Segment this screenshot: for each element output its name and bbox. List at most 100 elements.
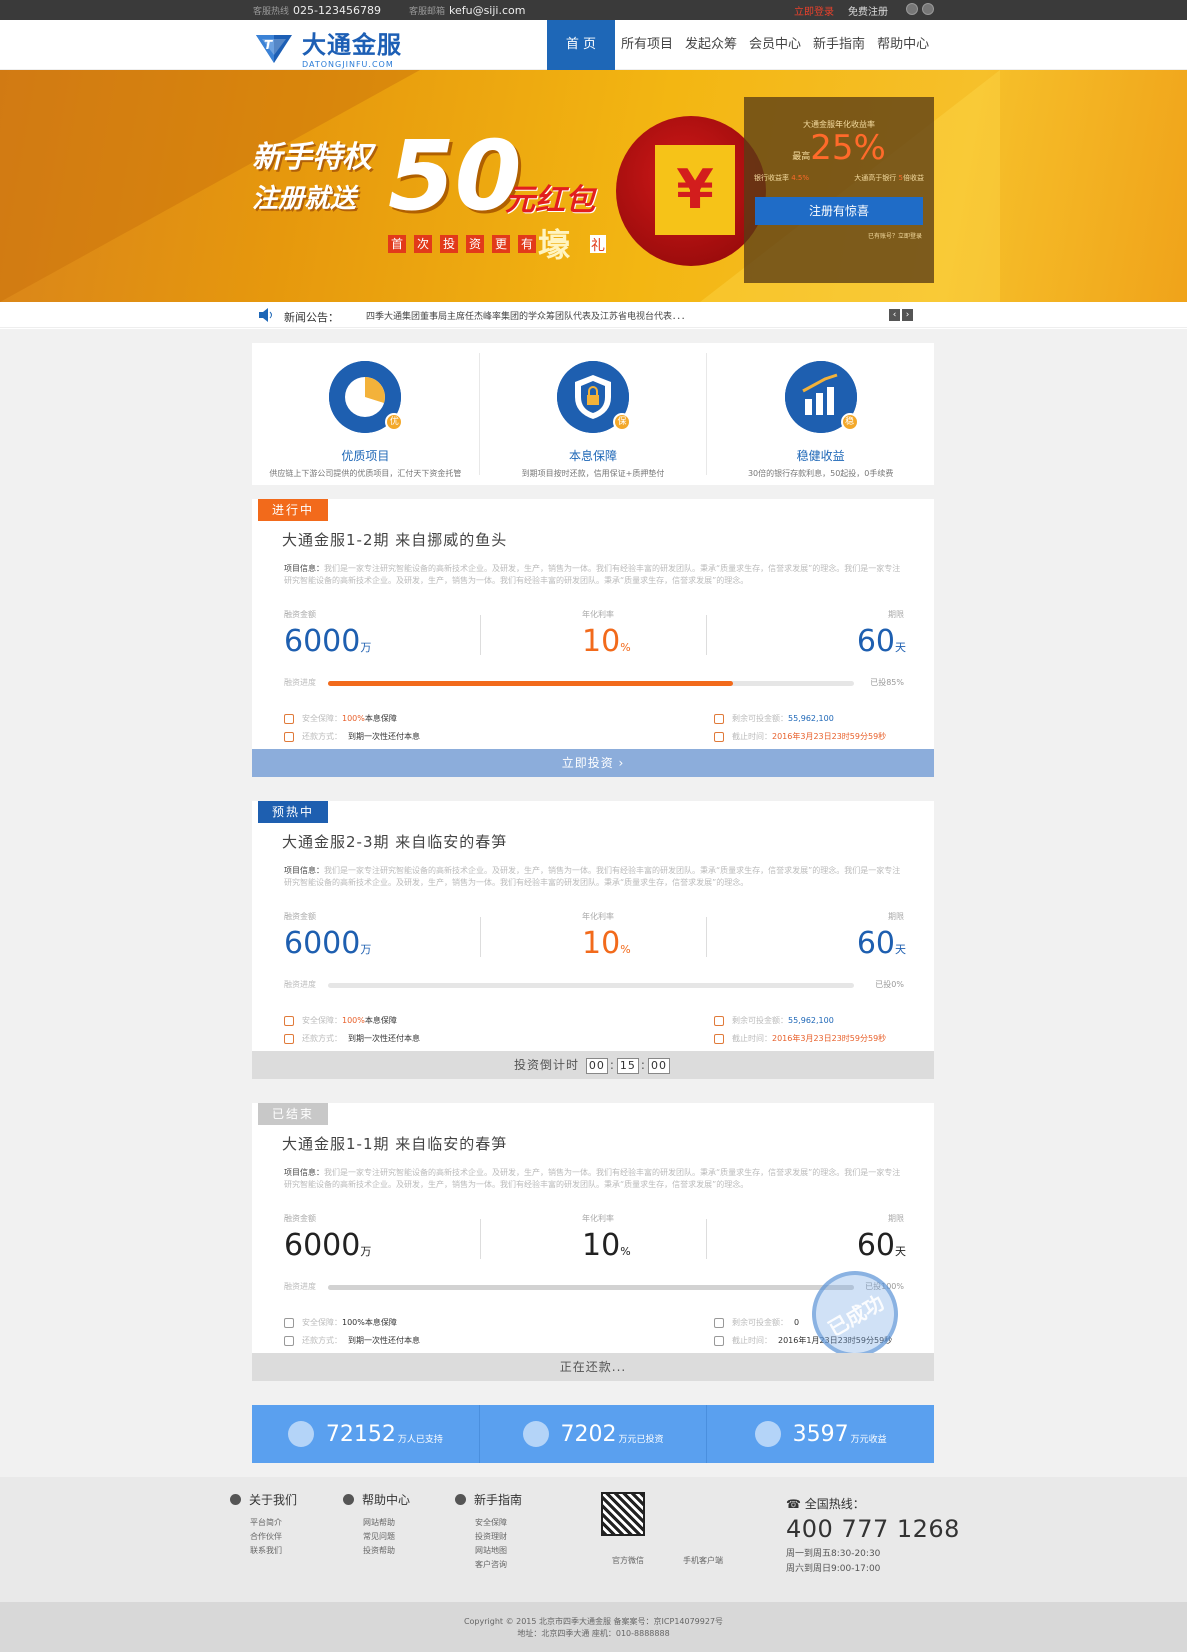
- footer: 关于我们 平台简介 合作伙伴 联系我们 帮助中心 网站帮助 常见问题 投资帮助 …: [0, 1477, 1187, 1602]
- feature-title: 优质项目: [341, 449, 390, 463]
- tag-icon: [714, 1015, 724, 1026]
- footer-link[interactable]: 投资理财: [475, 1530, 522, 1544]
- countdown-hours: 00: [585, 1058, 608, 1074]
- rate-label: 年化利率: [582, 912, 614, 921]
- feature-title: 稳健收益: [796, 449, 845, 463]
- logo-text-en: DATONGJINFU.COM: [302, 60, 394, 69]
- repay-icon: [284, 1335, 294, 1346]
- nav-start-crowdfunding[interactable]: 发起众筹: [679, 20, 743, 70]
- news-next-icon[interactable]: ›: [902, 309, 913, 321]
- remain-row: 剩余可投金额： 55,962,100: [714, 1015, 834, 1026]
- coins-hand-icon: [754, 1421, 781, 1447]
- tag-icon: [714, 713, 724, 724]
- banner-line1: 新手特权: [252, 140, 372, 175]
- nav-member-center[interactable]: 会员中心: [743, 20, 807, 70]
- banner-hao: 壕: [538, 226, 571, 264]
- footer-about: 关于我们 平台简介 合作伙伴 联系我们: [230, 1491, 297, 1558]
- deadline-row: 截止时间： 2016年3月23日23时59分59秒: [714, 731, 886, 742]
- footer-help: 帮助中心 网站帮助 常见问题 投资帮助: [343, 1491, 410, 1558]
- app-label[interactable]: 手机客户端: [683, 1555, 723, 1566]
- footer-link[interactable]: 联系我们: [250, 1544, 297, 1558]
- repay-row: 还款方式： 到期一次性还付本息: [284, 1033, 420, 1044]
- top-bar: 客服热线 025-123456789 客服邮箱 kefu@siji.com 立即…: [0, 0, 1187, 20]
- hotline-number: 400 777 1268: [786, 1515, 960, 1543]
- feature-returns: 稳 稳健收益 30倍的银行存款利息，50起投，0手续费: [707, 353, 934, 478]
- progress-fill: [328, 1285, 854, 1290]
- amount-value: 6000万: [284, 926, 372, 961]
- nav-beginner-guide[interactable]: 新手指南: [807, 20, 871, 70]
- calendar-icon: [714, 1033, 724, 1044]
- footer-link[interactable]: 网站地图: [475, 1544, 522, 1558]
- qr-code-icon: [601, 1492, 645, 1536]
- news-prev-icon[interactable]: ‹: [889, 309, 900, 321]
- hotline-title: ☎ 全国热线：: [786, 1497, 865, 1511]
- diamond-logo-icon: T: [256, 35, 292, 63]
- feature-quality: 优 优质项目 供应链上下游公司提供的优质项目，汇付天下资金托管: [252, 353, 480, 478]
- logo[interactable]: T 大通金服 DATONGJINFU.COM: [252, 25, 402, 69]
- stat-supporters: 72152 万人已支持: [252, 1405, 480, 1463]
- compass-icon: [455, 1494, 466, 1505]
- nav-home[interactable]: 首 页: [547, 20, 615, 70]
- amount-label: 融资金额: [284, 1214, 316, 1223]
- footer-link[interactable]: 合作伙伴: [250, 1530, 297, 1544]
- project-title[interactable]: 大通金服2-3期 来自临安的春笋: [282, 831, 507, 852]
- login-link[interactable]: 立即登录: [794, 3, 834, 18]
- amount-label: 融资金额: [284, 912, 316, 921]
- countdown-bar: 投资倒计时 00:15:00: [252, 1051, 934, 1079]
- footer-link[interactable]: 常见问题: [363, 1530, 410, 1544]
- wechat-label[interactable]: 官方微信: [612, 1555, 644, 1566]
- nav-all-projects[interactable]: 所有项目: [615, 20, 679, 70]
- register-surprise-button[interactable]: 注册有惊喜: [755, 197, 923, 226]
- feature-desc: 到期项目按时还款，信用保证+质押垫付: [521, 469, 665, 478]
- rate-value: 10%: [582, 1228, 631, 1263]
- invest-now-button[interactable]: 立即投资 ›: [252, 749, 934, 777]
- footer-link[interactable]: 客户咨询: [475, 1558, 522, 1572]
- weibo-icon[interactable]: [906, 2, 918, 15]
- safety-row: 安全保障： 100% 本息保障: [284, 1015, 397, 1026]
- promo-banner[interactable]: 新手特权 注册就送 50 元红包 首次投资更有 壕 礼 ¥ 大通金服年化收益率 …: [0, 70, 1187, 302]
- copyright: Copyright © 2015 北京市四季大通金服 备案案号：京ICP1407…: [0, 1602, 1187, 1652]
- repay-row: 还款方式： 到期一次性还付本息: [284, 731, 420, 742]
- status-badge: 预热中: [258, 801, 328, 823]
- repay-icon: [284, 1033, 294, 1044]
- register-link[interactable]: 免费注册: [848, 3, 888, 18]
- rate-value: 10%: [582, 926, 631, 961]
- project-title[interactable]: 大通金服1-2期 来自挪威的鱼头: [282, 529, 507, 550]
- repay-row: 还款方式： 到期一次性还付本息: [284, 1335, 420, 1346]
- shield-lock-icon: 保: [557, 361, 631, 433]
- feature-desc: 30倍的银行存款利息，50起投，0手续费: [747, 469, 894, 478]
- stat-earnings: 3597 万元收益: [707, 1405, 934, 1463]
- footer-link[interactable]: 投资帮助: [363, 1544, 410, 1558]
- shield-icon: [284, 713, 294, 724]
- email-address[interactable]: kefu@siji.com: [449, 4, 525, 17]
- banner-line2: 注册就送: [252, 184, 357, 214]
- progress-track: [328, 983, 854, 988]
- footer-link[interactable]: 安全保障: [475, 1516, 522, 1530]
- shield-icon: [284, 1317, 294, 1328]
- hotline-number: 025-123456789: [293, 3, 381, 17]
- project-title[interactable]: 大通金服1-1期 来自临安的春笋: [282, 1133, 507, 1154]
- growth-bars-icon: 稳: [784, 361, 859, 433]
- countdown-seconds: 00: [647, 1058, 670, 1074]
- footer-link[interactable]: 平台简介: [250, 1516, 297, 1530]
- progress-track: [328, 1285, 854, 1290]
- nav-help-center[interactable]: 帮助中心: [871, 20, 935, 70]
- wechat-icon[interactable]: [922, 2, 934, 15]
- status-badge: 进行中: [258, 499, 328, 521]
- pie-chart-icon: 优: [329, 361, 404, 433]
- rate-value: 10%: [582, 624, 631, 659]
- footer-link[interactable]: 网站帮助: [363, 1516, 410, 1530]
- progress-fill: [328, 681, 734, 686]
- banner-amount: 50: [388, 120, 522, 232]
- project-card-preheat: 预热中 大通金服2-3期 来自临安的春笋 项目信息：我们是一家专注研究智能设备的…: [252, 801, 934, 1079]
- amount-value: 6000万: [284, 624, 372, 659]
- panel-login-link[interactable]: 已有账号？立即登录: [744, 231, 934, 240]
- footer-guide: 新手指南 安全保障 投资理财 网站地图 客户咨询: [455, 1491, 522, 1572]
- term-value: 60天: [856, 1228, 906, 1263]
- progress-track: [328, 681, 854, 686]
- service-hours: 周一到周五8:30-20:30 周六到周日9:00-17:00: [786, 1549, 881, 1574]
- calendar-icon: [714, 731, 724, 742]
- feature-guarantee: 保 本息保障 到期项目按时还款，信用保证+质押垫付: [480, 353, 708, 478]
- rate-panel: 大通金服年化收益率 最高25% 银行收益率 4.5% 大通高于银行 5倍收益 注…: [744, 97, 934, 283]
- news-text[interactable]: 四季大通集团董事局主席任杰峰率集团的学众筹团队代表及江苏省电视台代表．．．: [366, 309, 690, 322]
